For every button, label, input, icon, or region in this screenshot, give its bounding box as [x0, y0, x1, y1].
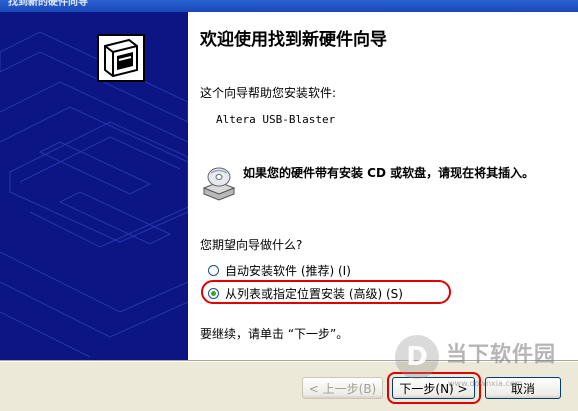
page-title: 欢迎使用找到新硬件向导: [200, 30, 387, 50]
continue-instruction: 要继续，请单击 “下一步”。: [200, 327, 349, 341]
hardware-wizard-icon: [97, 34, 145, 82]
insert-media-prompt: 如果您的硬件带有安装 CD 或软盘，请现在将其插入。: [243, 166, 535, 180]
window-title-bar: 找到新的硬件向导: [0, 0, 578, 12]
highlight-annotation: [201, 280, 451, 304]
watermark-url: www.downxia.com: [448, 379, 523, 388]
wizard-sidebar-graphic: [0, 12, 188, 360]
radio-button[interactable]: [208, 265, 219, 276]
wizard-content-panel: 欢迎使用找到新硬件向导 这个向导帮助您安装软件: Altera USB-Blas…: [188, 12, 578, 360]
cd-drive-icon: [200, 164, 238, 202]
question-label: 您期望向导做什么?: [200, 238, 303, 252]
back-button[interactable]: < 上一步(B): [302, 377, 383, 399]
intro-text: 这个向导帮助您安装软件:: [200, 86, 337, 100]
radio-auto-install[interactable]: 自动安装软件 (推荐) (I): [208, 262, 351, 279]
hardware-illustration: [0, 31, 188, 358]
next-highlight-annotation: [387, 372, 481, 404]
radio-label: 自动安装软件 (推荐) (I): [225, 264, 351, 278]
watermark-text: 当下软件园: [446, 342, 556, 366]
watermark-logo-icon: D: [395, 335, 439, 379]
window-title: 找到新的硬件向导: [8, 0, 88, 8]
device-name: Altera USB-Blaster: [216, 113, 336, 126]
